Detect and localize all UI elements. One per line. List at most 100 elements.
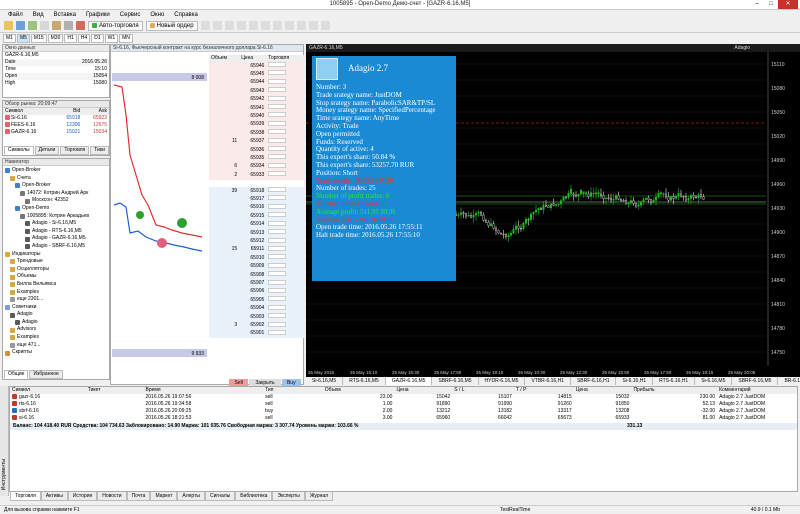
navigator-item[interactable]: Объемы (3, 273, 109, 281)
chart-tab[interactable]: BR-6.16,M5 (778, 377, 800, 385)
dom-order-slot[interactable] (268, 154, 287, 160)
dom-trade-cell[interactable] (266, 120, 304, 129)
dom-order-slot[interactable] (268, 254, 287, 260)
dom-order-slot[interactable] (268, 95, 287, 101)
navigator-item[interactable]: еще 2301... (3, 296, 109, 304)
dom-order-slot[interactable] (268, 195, 287, 201)
dom-row[interactable]: 65939 (209, 120, 304, 130)
dom-order-slot[interactable] (268, 313, 287, 319)
timeframe-h4[interactable]: H4 (77, 33, 91, 43)
terminal-tab[interactable]: Библиотека (235, 492, 273, 501)
market-watch-tab[interactable]: Символы (4, 146, 34, 155)
terminal-tab[interactable]: Почта (126, 492, 151, 501)
dom-row[interactable]: 65943 (209, 87, 304, 96)
zoom-out-icon[interactable] (248, 21, 258, 30)
menu-item-1[interactable]: Вид (33, 12, 44, 18)
terminal-tab[interactable]: Журнал (304, 492, 334, 501)
dom-trade-cell[interactable] (266, 321, 304, 330)
navigator-item[interactable]: Счета (3, 175, 109, 183)
periods-icon[interactable] (308, 21, 318, 30)
dom-order-slot[interactable] (268, 129, 287, 135)
trade-column-header[interactable]: Время (143, 387, 263, 394)
market-watch-tab[interactable]: Торговля (60, 146, 90, 155)
terminal-tab[interactable]: Эксперты (272, 492, 305, 501)
dom-order-slot[interactable] (268, 245, 287, 251)
profiles-icon[interactable] (16, 21, 25, 30)
dom-order-slot[interactable] (268, 262, 287, 268)
dom-trade-cell[interactable] (266, 104, 304, 112)
market-watch-tab[interactable]: Детали (34, 146, 60, 155)
navigator-item[interactable]: Adagio - GAZR-6.16,M5 (3, 235, 109, 243)
dom-trade-cell[interactable] (266, 180, 304, 187)
timeframe-w1[interactable]: W1 (104, 33, 119, 43)
navigator-item[interactable]: Advisors (3, 326, 109, 334)
dom-row[interactable]: 65915 (209, 212, 304, 221)
dom-trade-cell[interactable] (266, 254, 304, 262)
dom-row[interactable]: 65941 (209, 104, 304, 113)
menu-item-0[interactable]: Файл (8, 12, 23, 18)
dom-row[interactable]: 65917 (209, 195, 304, 204)
dom-order-slot[interactable] (268, 212, 287, 218)
dom-row[interactable]: 65906 (209, 287, 304, 297)
chart-tab[interactable]: RTS-6.16,H1 (653, 377, 696, 385)
autotrade-button[interactable]: Авто-торговля (88, 20, 143, 31)
dom-trade-cell[interactable] (266, 329, 304, 338)
dom-row[interactable]: 65909 (209, 262, 304, 272)
market-watch-row[interactable]: GAZR-6.16 15021 15034 (3, 129, 109, 136)
dom-trade-cell[interactable] (266, 195, 304, 203)
dom-row[interactable]: 65935 (209, 154, 304, 163)
dom-row[interactable]: 65904 (209, 304, 304, 314)
dom-order-slot[interactable] (268, 112, 287, 118)
trade-column-header[interactable]: Прибыль (631, 387, 717, 394)
chart-shift-icon[interactable] (284, 21, 294, 30)
terminal-icon[interactable] (64, 21, 73, 30)
navigator-item[interactable]: Adagio - SBRF-6.16,M5 (3, 243, 109, 251)
dom-trade-cell[interactable] (266, 187, 304, 195)
column-header[interactable]: Ask (82, 108, 109, 115)
navigator-item[interactable]: 1005895: Котрин Аркадьев (3, 213, 109, 221)
terminal-tab[interactable]: История (67, 492, 98, 501)
navigator-item[interactable]: Open-Demo (3, 205, 109, 213)
dom-order-slot[interactable] (268, 78, 287, 84)
dom-row[interactable]: 65901 (209, 329, 304, 339)
dom-row[interactable]: 2 65933 (209, 171, 304, 180)
dom-trade-cell[interactable] (266, 220, 304, 229)
chart-tab[interactable]: RTS-6.16,M5 (343, 377, 386, 385)
trade-column-header[interactable]: Комментарий (717, 387, 797, 394)
dom-order-slot[interactable] (268, 104, 287, 110)
chart-tab[interactable]: HYDR-6.16,M5 (479, 377, 526, 385)
dom-order-slot[interactable] (268, 120, 287, 126)
timeframe-d1[interactable]: D1 (91, 33, 104, 43)
line-chart-icon[interactable] (224, 21, 234, 30)
dom-row[interactable] (209, 179, 304, 188)
dom-row[interactable]: 65936 (209, 146, 304, 155)
dom-trade-cell[interactable] (266, 313, 304, 321)
dom-trade-cell[interactable] (266, 171, 304, 179)
navigator-item[interactable]: Open-Broker (3, 167, 109, 175)
dom-trade-cell[interactable] (266, 262, 304, 271)
dom-trade-cell[interactable] (266, 137, 304, 146)
dom-row[interactable]: 65916 (209, 203, 304, 213)
trade-row[interactable]: gazr-6.16 2016.05.26 19:07:56 sell 23.00 150… (10, 394, 797, 401)
column-header[interactable]: Bid (56, 108, 83, 115)
chart-tab[interactable]: SBRF-6.16,H1 (571, 377, 617, 385)
trade-column-header[interactable]: Тикет (86, 387, 144, 394)
dom-row[interactable]: 65910 (209, 254, 304, 263)
dom-order-slot[interactable] (268, 237, 287, 243)
tile-windows-icon[interactable] (260, 21, 270, 30)
dom-order-slot[interactable] (268, 321, 287, 327)
dom-order-slot[interactable] (268, 296, 287, 302)
dom-trade-cell[interactable] (266, 78, 304, 87)
dom-trade-cell[interactable] (266, 229, 304, 237)
terminal-tab[interactable]: Сигналы (204, 492, 236, 501)
trade-column-header[interactable]: Цена (394, 387, 452, 394)
navigator-item[interactable]: Adagio - Si-6.16,M5 (3, 220, 109, 228)
navigator-item[interactable]: Советники (3, 304, 109, 312)
menu-item-4[interactable]: Сервис (120, 12, 141, 18)
indicators-icon[interactable] (296, 21, 306, 30)
navigator-tab[interactable]: Избранное (29, 370, 63, 379)
dom-order-slot[interactable] (268, 146, 287, 152)
menu-item-2[interactable]: Вставка (54, 12, 76, 18)
dom-row[interactable]: 65913 (209, 229, 304, 238)
timeframe-h1[interactable]: H1 (64, 33, 77, 43)
